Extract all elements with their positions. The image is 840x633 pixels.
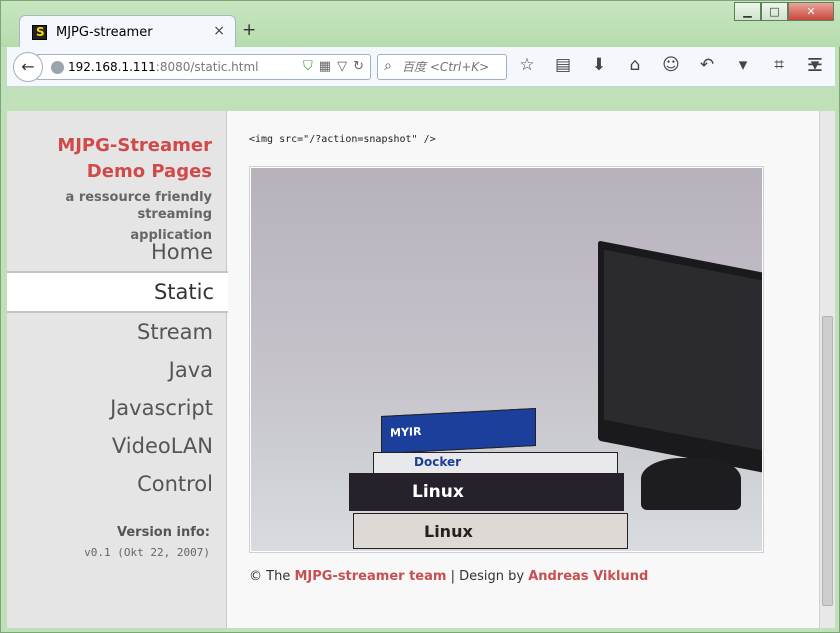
nav-item-home[interactable]: Home bbox=[7, 233, 227, 271]
nav-item-static[interactable]: Static bbox=[7, 271, 228, 313]
navigation-toolbar: 192.168.1.111:8080/static.html ⛉ ▦ ▽ ↻ ←… bbox=[7, 47, 835, 87]
photo-book: MYIR bbox=[381, 407, 536, 455]
photo-monitor-stand bbox=[641, 458, 741, 510]
maximize-button[interactable]: □ bbox=[761, 2, 788, 21]
close-window-button[interactable]: ✕ bbox=[788, 2, 834, 21]
back-arrow-icon: ← bbox=[21, 57, 35, 76]
globe-icon bbox=[51, 61, 64, 74]
tab-title: MJPG-streamer bbox=[56, 25, 153, 40]
hamburger-menu-icon[interactable]: ☰ bbox=[807, 55, 823, 76]
tab-close-icon[interactable]: × bbox=[213, 23, 225, 39]
window-controls: ▁ □ ✕ bbox=[734, 2, 834, 21]
dropdown-icon[interactable]: ▽ bbox=[337, 59, 347, 74]
webcam-snapshot-image: MYIR Docker Linux Linux bbox=[251, 168, 762, 551]
smiley-icon[interactable]: ☺ bbox=[659, 55, 683, 75]
footer-designer-link[interactable]: Andreas Viklund bbox=[528, 569, 648, 584]
footer-team-link[interactable]: MJPG-streamer team bbox=[294, 569, 446, 584]
sidebar-nav: Home Static Stream Java Javascript Video… bbox=[7, 233, 228, 503]
reading-list-icon[interactable]: ▤ bbox=[551, 55, 575, 75]
home-icon[interactable]: ⌂ bbox=[623, 55, 647, 75]
main-content: <img src="/?action=snapshot" /> MYIR Doc… bbox=[249, 111, 789, 628]
back-button[interactable]: ← bbox=[13, 52, 43, 82]
qr-code-icon[interactable]: ▦ bbox=[319, 59, 331, 74]
snapshot-frame: MYIR Docker Linux Linux bbox=[249, 166, 764, 553]
download-icon[interactable]: ⬇ bbox=[587, 55, 611, 75]
footer-copyright: © The bbox=[249, 569, 295, 584]
scrollbar-thumb[interactable] bbox=[822, 316, 833, 606]
brand-title-line1[interactable]: MJPG-Streamer bbox=[7, 133, 212, 159]
reload-icon[interactable]: ↻ bbox=[353, 59, 364, 74]
url-icons: ⛉ ▦ ▽ ↻ bbox=[303, 59, 364, 74]
nav-item-stream[interactable]: Stream bbox=[7, 313, 227, 351]
bookmark-star-icon[interactable]: ☆ bbox=[515, 55, 539, 75]
page-footer: © The MJPG-streamer team | Design by And… bbox=[249, 569, 648, 584]
tab-strip: MJPG-streamer × + ▁ □ ✕ bbox=[1, 1, 840, 47]
vertical-scrollbar[interactable] bbox=[819, 111, 835, 628]
crop-icon[interactable]: ⌗ bbox=[767, 55, 791, 75]
url-text[interactable]: 192.168.1.111:8080/static.html bbox=[68, 60, 259, 74]
site-brand: MJPG-Streamer Demo Pages a ressource fri… bbox=[7, 133, 212, 244]
undo-dropdown-icon[interactable]: ▾ bbox=[731, 55, 755, 75]
nav-item-javascript[interactable]: Javascript bbox=[7, 389, 227, 427]
photo-book: Docker bbox=[373, 452, 618, 474]
nav-item-videolan[interactable]: VideoLAN bbox=[7, 427, 227, 465]
photo-book: Linux bbox=[349, 473, 624, 511]
version-heading: Version info: bbox=[117, 525, 210, 540]
nav-item-java[interactable]: Java bbox=[7, 351, 227, 389]
new-tab-button[interactable]: + bbox=[242, 20, 256, 40]
code-snippet: <img src="/?action=snapshot" /> bbox=[249, 134, 436, 145]
page-viewport: MJPG-Streamer Demo Pages a ressource fri… bbox=[7, 111, 819, 628]
brand-title-line2[interactable]: Demo Pages bbox=[7, 159, 212, 185]
minimize-button[interactable]: ▁ bbox=[734, 2, 761, 21]
photo-book: Linux bbox=[353, 513, 628, 549]
shield-icon[interactable]: ⛉ bbox=[303, 59, 313, 74]
footer-separator: | Design by bbox=[446, 569, 529, 584]
photo-monitor bbox=[598, 240, 762, 476]
sidebar: MJPG-Streamer Demo Pages a ressource fri… bbox=[7, 111, 228, 628]
address-bar[interactable]: 192.168.1.111:8080/static.html ⛉ ▦ ▽ ↻ bbox=[37, 54, 371, 80]
tab-mjpg-streamer[interactable]: MJPG-streamer × bbox=[19, 15, 236, 47]
nav-item-control[interactable]: Control bbox=[7, 465, 227, 503]
tagline-line1: a ressource friendly streaming bbox=[65, 190, 212, 222]
undo-icon[interactable]: ↶ bbox=[695, 55, 719, 75]
search-box[interactable]: ⌕ bbox=[377, 54, 507, 80]
search-icon: ⌕ bbox=[384, 58, 392, 74]
version-info: Version info: v0.1 (Okt 22, 2007) bbox=[84, 525, 210, 559]
browser-window: MJPG-streamer × + ▁ □ ✕ 192.168.1.111:80… bbox=[0, 0, 840, 633]
search-input[interactable] bbox=[402, 58, 502, 76]
site-favicon-icon bbox=[32, 25, 47, 40]
version-value: v0.1 (Okt 22, 2007) bbox=[84, 546, 210, 559]
toolbar-icons: ☆ ▤ ⬇ ⌂ ☺ ↶ ▾ ⌗ ▾ bbox=[515, 55, 827, 75]
